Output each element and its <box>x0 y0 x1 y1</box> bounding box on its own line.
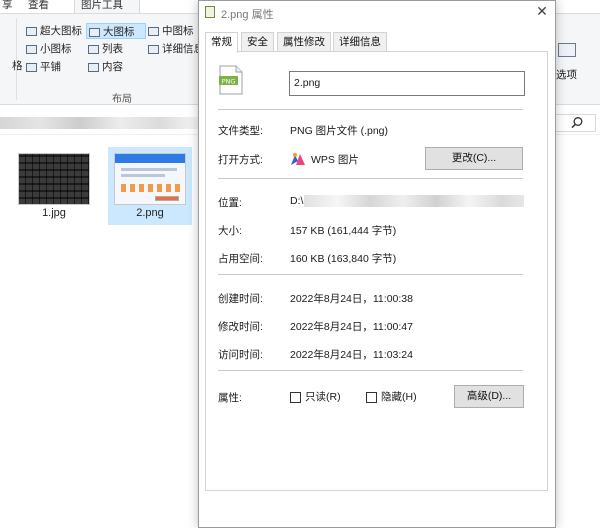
properties-dialog: 2.png 属性 ✕ 常规 安全 属性修改 详细信息 PNG 2.png 文件类… <box>198 0 556 528</box>
layout-large-icons[interactable]: 大图标 <box>86 23 146 39</box>
medium-icons-icon <box>148 27 159 36</box>
list-icon <box>88 45 99 54</box>
layout-extra-large-icons[interactable]: 超大图标 <box>24 23 82 39</box>
tab-details[interactable]: 详细信息 <box>333 32 387 52</box>
modified-label: 修改时间: <box>218 321 263 333</box>
open-with-value: WPS 图片 <box>311 154 359 166</box>
advanced-button[interactable]: 高级(D)... <box>454 385 524 408</box>
layout-group-label: 布局 <box>112 94 132 105</box>
ribbon-cut-label: 格 <box>12 60 23 72</box>
divider <box>218 178 523 179</box>
divider <box>218 274 523 275</box>
size-on-disk-value: 160 KB (163,840 字节) <box>290 253 397 265</box>
size-label: 大小: <box>218 225 242 237</box>
layout-content[interactable]: 内容 <box>86 59 123 75</box>
ribbon-separator <box>16 18 17 100</box>
location-value: D:\ <box>290 195 304 207</box>
readonly-checkbox-label: 只读(R) <box>305 391 341 403</box>
dialog-title: 2.png 属性 <box>221 9 274 21</box>
readonly-checkbox-box[interactable] <box>290 392 301 403</box>
location-path-blurred <box>304 195 524 207</box>
divider <box>218 370 523 371</box>
file-name: 1.jpg <box>42 207 66 219</box>
extra-large-icons-icon <box>26 27 37 36</box>
layout-small-icons[interactable]: 小图标 <box>24 41 72 57</box>
webpage-thumbnail <box>114 153 186 205</box>
accessed-value: 2022年8月24日，11:03:24 <box>290 349 413 361</box>
created-label: 创建时间: <box>218 293 263 305</box>
layout-tiles[interactable]: 平铺 <box>24 59 61 75</box>
ribbon-tab-picture-tools[interactable]: 图片工具 <box>74 0 140 13</box>
file-name-input[interactable]: 2.png <box>289 71 525 96</box>
tab-property-edit[interactable]: 属性修改 <box>277 32 331 52</box>
file-item-2-png[interactable]: 2.png <box>108 147 192 225</box>
ribbon-tab-share[interactable]: 享 <box>0 0 19 13</box>
file-name: 2.png <box>136 207 164 219</box>
options-icon <box>558 43 576 57</box>
close-icon[interactable]: ✕ <box>529 1 555 23</box>
hidden-checkbox[interactable]: 隐藏(H) <box>366 391 417 405</box>
file-type-value: PNG 图片文件 (.png) <box>290 125 389 137</box>
layout-details[interactable]: 详细信息 <box>146 41 204 57</box>
location-label: 位置: <box>218 197 242 209</box>
small-icons-icon <box>26 45 37 54</box>
png-file-icon <box>205 6 215 18</box>
created-value: 2022年8月24日，11:00:38 <box>290 293 413 305</box>
open-with-label: 打开方式: <box>218 154 263 166</box>
tab-general[interactable]: 常规 <box>205 32 238 53</box>
size-value: 157 KB (161,444 字节) <box>290 225 397 237</box>
address-path-blurred <box>0 117 200 129</box>
keyboard-thumbnail <box>18 153 90 205</box>
tiles-icon <box>26 63 37 72</box>
tab-security[interactable]: 安全 <box>241 32 274 52</box>
change-program-button[interactable]: 更改(C)... <box>425 147 523 170</box>
layout-list[interactable]: 列表 <box>86 41 123 57</box>
layout-medium-icons[interactable]: 中图标 <box>146 23 194 39</box>
ribbon-tab-view[interactable]: 查看 <box>22 0 55 13</box>
wps-picture-icon <box>291 153 305 165</box>
general-tab-panel: PNG 2.png 文件类型: PNG 图片文件 (.png) 打开方式: WP… <box>205 51 548 491</box>
accessed-label: 访问时间: <box>218 349 263 361</box>
content-icon <box>88 63 99 72</box>
large-icons-icon <box>89 28 100 37</box>
file-item-1-jpg[interactable]: 1.jpg <box>12 147 96 225</box>
size-on-disk-label: 占用空间: <box>218 253 263 265</box>
attributes-label: 属性: <box>218 392 242 404</box>
png-icon-label: PNG <box>222 77 236 85</box>
file-type-label: 文件类型: <box>218 125 263 137</box>
png-file-large-icon: PNG <box>219 65 243 95</box>
search-icon[interactable] <box>570 116 584 130</box>
divider <box>218 109 523 110</box>
dialog-title-bar[interactable]: 2.png 属性 ✕ <box>199 1 555 25</box>
hidden-checkbox-label: 隐藏(H) <box>381 391 417 403</box>
readonly-checkbox[interactable]: 只读(R) <box>290 391 341 405</box>
details-icon <box>148 45 159 54</box>
options-label[interactable]: 选项 <box>556 67 577 82</box>
hidden-checkbox-box[interactable] <box>366 392 377 403</box>
modified-value: 2022年8月24日，11:00:47 <box>290 321 413 333</box>
